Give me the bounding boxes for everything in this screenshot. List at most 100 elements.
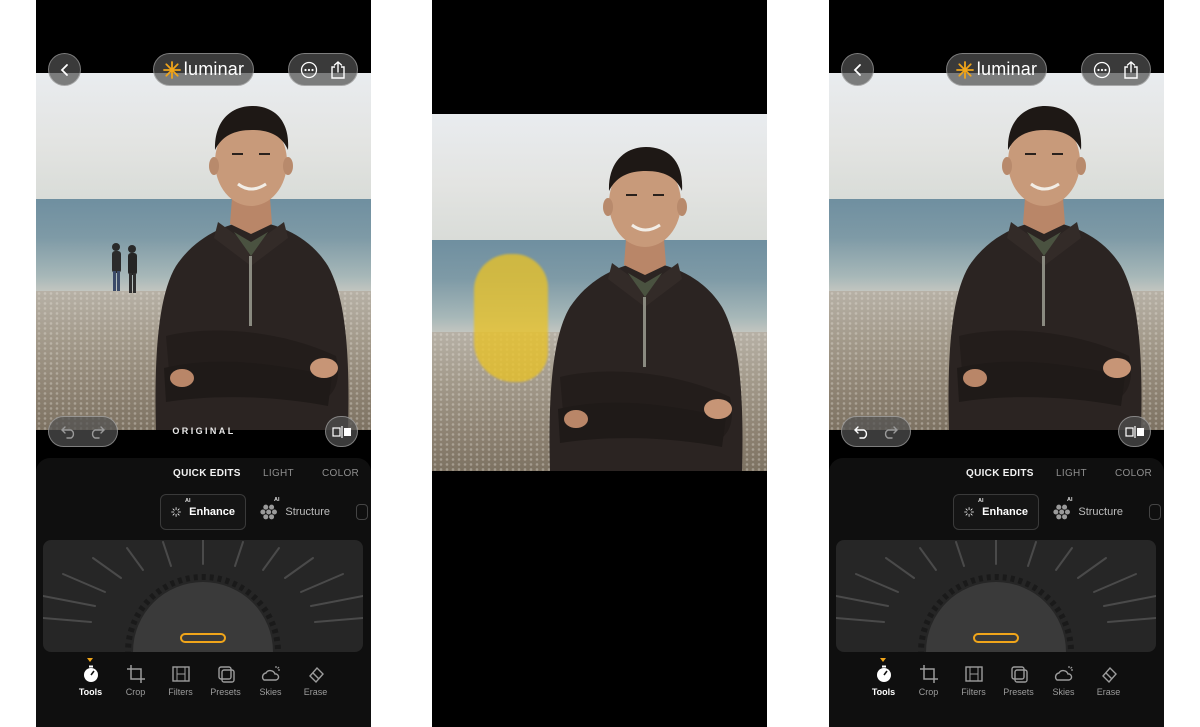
sky-icon bbox=[1054, 666, 1073, 681]
photo-subject bbox=[136, 106, 366, 430]
enhance-label: Enhance bbox=[982, 506, 1028, 518]
presets-icon bbox=[1010, 666, 1028, 683]
film-icon bbox=[171, 666, 190, 682]
share-icon[interactable] bbox=[1123, 60, 1139, 79]
nav-tools[interactable]: Tools bbox=[68, 658, 113, 697]
logo-text: luminar bbox=[976, 59, 1038, 79]
compare-button[interactable] bbox=[325, 416, 358, 447]
structure-label: Structure bbox=[285, 506, 330, 518]
nav-presets-label: Presets bbox=[210, 687, 241, 697]
chevron-left-icon bbox=[60, 63, 68, 76]
back-button[interactable] bbox=[841, 53, 874, 86]
structure-button[interactable]: AI Structure bbox=[250, 494, 340, 530]
photo-canvas[interactable] bbox=[36, 73, 371, 430]
ai-badge: AI bbox=[978, 498, 984, 504]
enhance-button[interactable]: AI Enhance bbox=[953, 494, 1039, 530]
ai-badge: AI bbox=[185, 498, 191, 504]
presets-icon bbox=[217, 666, 235, 683]
compare-button[interactable] bbox=[1118, 416, 1151, 447]
original-label: ORIGINAL bbox=[172, 426, 236, 436]
redo-icon[interactable] bbox=[89, 425, 105, 439]
phone-screen-erase-mask bbox=[432, 0, 767, 727]
luminar-star-icon bbox=[955, 60, 974, 79]
ai-badge: AI bbox=[274, 497, 280, 503]
crop-icon bbox=[126, 665, 145, 683]
sparkle-icon bbox=[964, 507, 974, 517]
enhance-label: Enhance bbox=[189, 506, 235, 518]
luminar-logo: luminar bbox=[153, 53, 254, 86]
compare-icon bbox=[1124, 425, 1144, 438]
nav-erase[interactable]: Erase bbox=[293, 664, 338, 697]
share-icon[interactable] bbox=[330, 60, 346, 79]
active-marker bbox=[87, 658, 93, 662]
undo-icon[interactable] bbox=[61, 425, 77, 439]
nav-erase-label: Erase bbox=[1096, 687, 1121, 697]
bottom-nav: Tools Crop Filters Presets Skies Erase bbox=[36, 658, 371, 708]
hexagon-cluster-icon bbox=[260, 504, 277, 520]
edit-panel: QUICK EDITS LIGHT COLOR AI Enhance AI St… bbox=[36, 458, 371, 727]
nav-skies-label: Skies bbox=[259, 687, 282, 697]
nav-crop-label: Crop bbox=[125, 687, 146, 697]
edit-panel: QUICK EDITS LIGHT COLOR AI Enhance AI St… bbox=[829, 458, 1164, 727]
eraser-icon bbox=[1101, 666, 1117, 684]
enhance-button[interactable]: AI Enhance bbox=[160, 494, 246, 530]
tab-color[interactable]: COLOR bbox=[1115, 468, 1152, 479]
next-tool-hint[interactable] bbox=[356, 504, 368, 520]
nav-filters-label: Filters bbox=[961, 687, 986, 697]
compare-icon bbox=[331, 425, 351, 438]
tab-light[interactable]: LIGHT bbox=[1056, 468, 1087, 479]
timer-icon bbox=[876, 665, 891, 682]
structure-button[interactable]: AI Structure bbox=[1043, 494, 1133, 530]
nav-erase[interactable]: Erase bbox=[1086, 664, 1131, 697]
nav-crop-label: Crop bbox=[918, 687, 939, 697]
nav-skies[interactable]: Skies bbox=[248, 664, 293, 697]
erase-mask-overlay[interactable] bbox=[474, 254, 548, 382]
top-actions bbox=[288, 53, 358, 86]
phone-screen-edited: luminar QUICK EDITS LIGHT COLOR AI Enhan… bbox=[829, 0, 1164, 727]
photo-canvas[interactable] bbox=[829, 73, 1164, 430]
structure-label: Structure bbox=[1078, 506, 1123, 518]
redo-icon[interactable] bbox=[882, 425, 898, 439]
bottom-nav: Tools Crop Filters Presets Skies Erase bbox=[829, 658, 1164, 708]
amount-dial[interactable] bbox=[43, 540, 363, 652]
tab-quick-edits[interactable]: QUICK EDITS bbox=[966, 468, 1034, 479]
nav-crop[interactable]: Crop bbox=[113, 664, 158, 697]
undo-redo-group bbox=[841, 416, 911, 447]
active-marker bbox=[880, 658, 886, 662]
phone-screen-original: luminar ORIGINAL QUICK EDITS LIGHT COLOR… bbox=[36, 0, 371, 727]
nav-skies-label: Skies bbox=[1052, 687, 1075, 697]
top-actions bbox=[1081, 53, 1151, 86]
crop-icon bbox=[919, 665, 938, 683]
nav-filters[interactable]: Filters bbox=[951, 664, 996, 697]
next-tool-hint[interactable] bbox=[1149, 504, 1161, 520]
chevron-left-icon bbox=[853, 63, 861, 76]
undo-icon[interactable] bbox=[854, 425, 870, 439]
sparkle-icon bbox=[171, 507, 181, 517]
amount-dial[interactable] bbox=[836, 540, 1156, 652]
more-options-icon[interactable] bbox=[1093, 61, 1111, 79]
eraser-icon bbox=[308, 666, 324, 684]
tab-quick-edits[interactable]: QUICK EDITS bbox=[173, 468, 241, 479]
ai-badge: AI bbox=[1067, 497, 1073, 503]
nav-crop[interactable]: Crop bbox=[906, 664, 951, 697]
luminar-star-icon bbox=[162, 60, 181, 79]
nav-filters[interactable]: Filters bbox=[158, 664, 203, 697]
photo-subject bbox=[530, 147, 760, 471]
tab-color[interactable]: COLOR bbox=[322, 468, 359, 479]
undo-redo-group bbox=[48, 416, 118, 447]
nav-erase-label: Erase bbox=[303, 687, 328, 697]
nav-skies[interactable]: Skies bbox=[1041, 664, 1086, 697]
back-button[interactable] bbox=[48, 53, 81, 86]
photo-canvas[interactable] bbox=[432, 114, 767, 471]
nav-tools[interactable]: Tools bbox=[861, 658, 906, 697]
photo-subject bbox=[929, 106, 1159, 430]
hexagon-cluster-icon bbox=[1053, 504, 1070, 520]
nav-presets[interactable]: Presets bbox=[996, 664, 1041, 697]
nav-presets[interactable]: Presets bbox=[203, 664, 248, 697]
sky-icon bbox=[261, 666, 280, 681]
nav-tools-label: Tools bbox=[871, 687, 896, 697]
tab-light[interactable]: LIGHT bbox=[263, 468, 294, 479]
nav-presets-label: Presets bbox=[1003, 687, 1034, 697]
more-options-icon[interactable] bbox=[300, 61, 318, 79]
nav-tools-label: Tools bbox=[78, 687, 103, 697]
